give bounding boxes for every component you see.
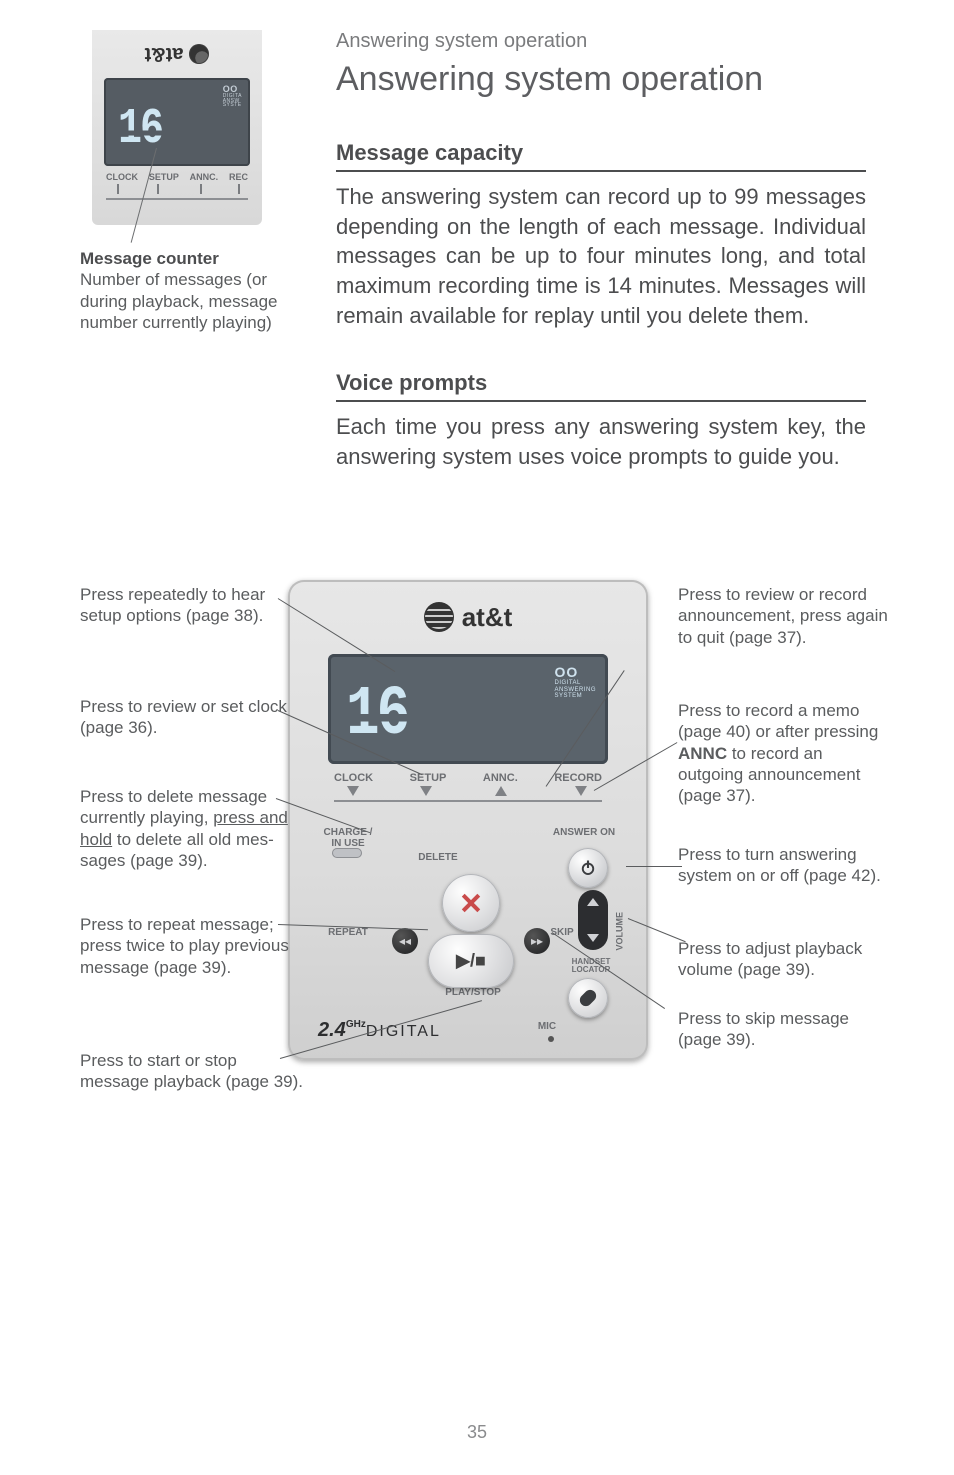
mini-lcd: OO DIGITA ANSW SYSTE 16: [104, 78, 250, 166]
section-message-capacity: Message capacity The answering system ca…: [336, 140, 866, 330]
forward-icon: ▸▸: [531, 934, 543, 948]
charge-led: [332, 848, 362, 858]
callout-annc: Press to review or record announcement, …: [678, 584, 888, 648]
tape-icon: OO DIGITA ANSW SYSTE: [223, 84, 242, 108]
play-stop-button[interactable]: ▶/■: [428, 934, 514, 988]
mini-label-setup: SETUP: [149, 172, 179, 182]
callout-play: Press to start or stop message playback …: [80, 1050, 310, 1093]
annc-button[interactable]: [495, 786, 507, 796]
label-clock: CLOCK: [334, 772, 373, 784]
section-title: Voice prompts: [336, 370, 866, 396]
answering-system-base: at&t OO DIGITAL ANSWERING SYSTEM 16 CLOC…: [288, 580, 648, 1060]
label-annc: ANNC.: [483, 772, 518, 784]
callout-setup: Press repeatedly to hear setup options (…: [80, 584, 290, 627]
globe-icon: [189, 44, 209, 64]
handset-locator-button[interactable]: [568, 978, 608, 1018]
mini-button-labels: CLOCK SETUP ANNC. REC: [106, 172, 248, 182]
section-voice-prompts: Voice prompts Each time you press any an…: [336, 370, 866, 471]
mini-label-rec: REC: [229, 172, 248, 182]
record-button[interactable]: [575, 786, 587, 796]
mini-label-annc: ANNC.: [190, 172, 219, 182]
top-button-pointers: [334, 786, 602, 802]
callout-skip: Press to skip message (page 39).: [678, 1008, 888, 1051]
delete-button[interactable]: [442, 874, 500, 932]
msg-count: 16: [346, 674, 407, 754]
tape-icon: OO DIGITAL ANSWERING SYSTEM: [554, 664, 596, 700]
clock-button[interactable]: [347, 786, 359, 796]
section-body: Each time you press any answering system…: [336, 412, 866, 471]
answer-on-button[interactable]: [568, 848, 608, 888]
rewind-icon: ◂◂: [399, 934, 411, 948]
section-body: The answering system can record up to 99…: [336, 182, 866, 330]
mini-caption: Message counter Number of messages (or d…: [80, 248, 300, 333]
microphone: [548, 1036, 554, 1042]
volume-down-icon: [587, 934, 599, 942]
section-rule-2: [336, 400, 866, 402]
label-delete: DELETE: [408, 853, 468, 864]
section-rule-1: [336, 170, 866, 172]
mini-ticks: [106, 184, 248, 200]
play-stop-icon: ▶/■: [456, 951, 486, 972]
mini-caption-title: Message counter: [80, 249, 219, 268]
mini-caption-body: Number of messages (or during playback, …: [80, 270, 278, 332]
label-record: RECORD: [554, 772, 602, 784]
callout-record: Press to record a memo (page 40) or afte…: [678, 700, 888, 806]
page-title: Answering system operation: [336, 60, 763, 99]
callout-volume: Press to adjust play­back volume (page 3…: [678, 938, 888, 981]
section-title: Message capacity: [336, 140, 866, 166]
label-repeat: REPEAT: [318, 928, 378, 939]
leader-line: [626, 866, 682, 867]
label-setup: SETUP: [410, 772, 447, 784]
page-number: 35: [0, 1422, 954, 1443]
label-volume: VOLUME: [616, 912, 625, 951]
volume-rocker[interactable]: [578, 890, 608, 950]
label-play-stop: PLAY/STOP: [433, 988, 513, 999]
handset-icon: [577, 987, 598, 1008]
power-icon: [579, 859, 597, 877]
breadcrumb: Answering system operation: [336, 30, 587, 53]
globe-icon: [424, 602, 454, 632]
repeat-button[interactable]: ◂◂: [392, 928, 418, 954]
lcd-screen: OO DIGITAL ANSWERING SYSTEM 16: [328, 654, 608, 764]
att-logo-small: at&t: [92, 30, 262, 78]
att-logo: at&t: [288, 580, 648, 654]
top-button-labels: CLOCK SETUP ANNC. RECORD: [334, 772, 602, 784]
callout-repeat: Press to repeat mes­sage; press twice to…: [80, 914, 290, 978]
mini-device: at&t OO DIGITA ANSW SYSTE 16 CLOCK SETUP…: [92, 30, 262, 225]
setup-button[interactable]: [420, 786, 432, 796]
volume-up-icon: [587, 898, 599, 906]
att-wordmark: at&t: [462, 602, 513, 633]
callout-clock: Press to review or set clock (page 36).: [80, 696, 290, 739]
mini-label-clock: CLOCK: [106, 172, 138, 182]
label-answer-on: ANSWER ON: [544, 828, 624, 839]
callout-answer: Press to turn answer­ing system on or of…: [678, 844, 888, 887]
skip-button[interactable]: ▸▸: [524, 928, 550, 954]
callout-delete: Press to delete mes­sage currently play­…: [80, 786, 290, 871]
att-wordmark: at&t: [145, 43, 184, 66]
label-mic: MIC: [532, 1022, 562, 1033]
